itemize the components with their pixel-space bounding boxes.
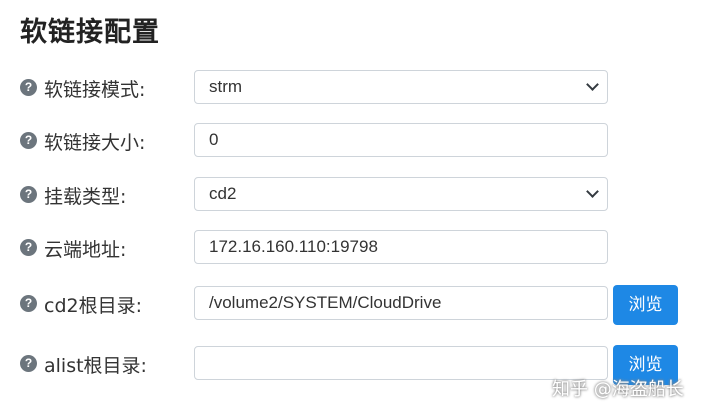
help-icon[interactable]: ?	[20, 239, 37, 256]
alist-root-input[interactable]	[194, 346, 608, 380]
row-cloud-address: ? 云端地址: 172.16.160.110:19798	[0, 230, 720, 266]
row-link-size: ? 软链接大小: 0	[0, 123, 720, 159]
cd2-browse-button[interactable]: 浏览	[613, 285, 678, 325]
mount-type-label: 挂载类型:	[44, 186, 127, 208]
help-icon[interactable]: ?	[20, 355, 37, 372]
row-link-mode: ? 软链接模式: strm	[0, 70, 720, 106]
link-size-value: 0	[209, 130, 219, 149]
row-mount-type: ? 挂载类型: cd2	[0, 177, 720, 213]
link-mode-label: 软链接模式:	[44, 79, 146, 101]
chevron-down-icon	[586, 78, 599, 91]
help-icon[interactable]: ?	[20, 79, 37, 96]
cd2-root-value: /volume2/SYSTEM/CloudDrive	[209, 293, 442, 312]
alist-root-label: alist根目录:	[44, 355, 147, 377]
help-icon[interactable]: ?	[20, 295, 37, 312]
cloud-address-label: 云端地址:	[44, 239, 127, 261]
cloud-address-value: 172.16.160.110:19798	[209, 237, 378, 256]
row-cd2-root: ? cd2根目录: /volume2/SYSTEM/CloudDrive 浏览	[0, 285, 720, 325]
help-icon[interactable]: ?	[20, 186, 37, 203]
link-mode-select[interactable]: strm	[194, 70, 608, 104]
cd2-root-input[interactable]: /volume2/SYSTEM/CloudDrive	[194, 286, 608, 320]
cd2-root-label: cd2根目录:	[44, 295, 142, 317]
mount-type-value: cd2	[209, 184, 237, 203]
link-size-label: 软链接大小:	[44, 132, 146, 154]
watermark: 知乎 @海盗船长	[552, 379, 684, 400]
link-size-input[interactable]: 0	[194, 123, 608, 157]
help-icon[interactable]: ?	[20, 132, 37, 149]
cloud-address-input[interactable]: 172.16.160.110:19798	[194, 230, 608, 264]
link-mode-value: strm	[209, 77, 243, 96]
mount-type-select[interactable]: cd2	[194, 177, 608, 211]
page-title: 软链接配置	[20, 17, 160, 48]
chevron-down-icon	[586, 185, 599, 198]
